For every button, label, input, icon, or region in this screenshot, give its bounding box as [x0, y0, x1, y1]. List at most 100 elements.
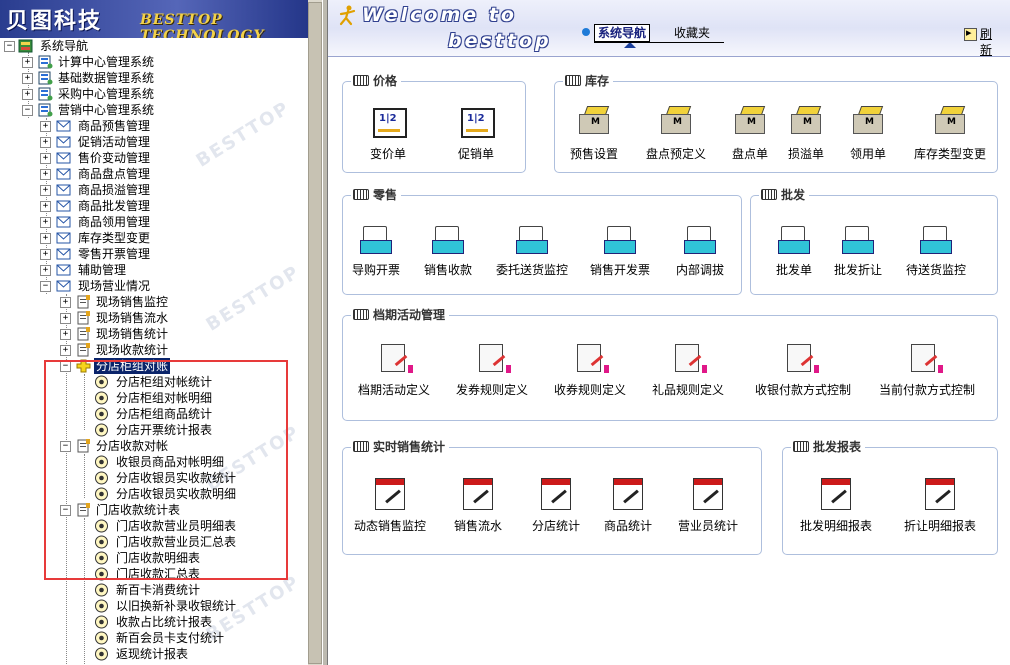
item-sales-invoice[interactable]: 销售开发票	[575, 222, 665, 278]
expand-toggle-icon[interactable]: +	[40, 201, 51, 212]
note-edit-icon	[670, 342, 707, 376]
item-label: 营业员统计	[677, 519, 738, 533]
tree-item-module[interactable]: + 辅助管理	[0, 262, 240, 278]
tree-item-module[interactable]: + 零售开票管理	[0, 246, 240, 262]
tree-item-site[interactable]: + 现场销售监控	[0, 294, 240, 310]
expand-toggle-icon[interactable]: +	[40, 217, 51, 228]
item-stock-type-change[interactable]: 库存类型变更	[905, 106, 995, 162]
item-wholesale-detail-report[interactable]: 批发明细报表	[791, 478, 881, 534]
tree-item-label: 商品预售管理	[78, 119, 151, 133]
group-title: 实时销售统计	[351, 439, 450, 455]
group-title: 库存	[563, 73, 614, 89]
tree-item-module[interactable]: + 促销活动管理	[0, 134, 240, 150]
group-price: 价格 1|2 变价单 1|2 促销单	[342, 73, 526, 173]
tab-system-navigation[interactable]: 系统导航	[594, 24, 651, 42]
tree-item-label: 商品损溢管理	[78, 183, 151, 197]
expand-toggle-icon[interactable]: +	[60, 345, 71, 356]
expand-toggle-icon[interactable]: +	[22, 89, 33, 100]
windows-report-icon	[610, 478, 646, 512]
item-discount-detail-report[interactable]: 折让明细报表	[895, 478, 985, 534]
item-payment-method-control[interactable]: 收银付款方式控制	[755, 342, 851, 398]
item-salesperson-stats[interactable]: 营业员统计	[663, 478, 753, 534]
expand-toggle-icon[interactable]: +	[40, 265, 51, 276]
windows-report-icon	[922, 478, 958, 512]
item-current-payment-control[interactable]: 当前付款方式控制	[879, 342, 975, 398]
tree-item-site[interactable]: + 现场销售流水	[0, 310, 240, 326]
note-edit-icon	[782, 342, 819, 376]
expand-toggle-icon[interactable]: +	[40, 185, 51, 196]
tree-item-basedata[interactable]: + 基础数据管理系统	[0, 70, 220, 86]
tree-leaf[interactable]: 以旧换新补录收银统计	[0, 598, 260, 614]
scrollbar-thumb[interactable]	[308, 2, 322, 664]
refresh-icon	[964, 25, 977, 41]
group-title: 档期活动管理	[351, 307, 450, 323]
tree-item-label: 现场销售监控	[96, 295, 169, 309]
tree-leaf[interactable]: 返现统计报表	[0, 646, 260, 662]
tree-item-label: 商品盘点管理	[78, 167, 151, 181]
expand-toggle-icon[interactable]: +	[60, 297, 71, 308]
expand-toggle-icon[interactable]: +	[40, 169, 51, 180]
item-sales-collection[interactable]: 销售收款	[403, 222, 493, 278]
tree-item-module[interactable]: + 库存类型变更	[0, 230, 240, 246]
tree-item-marketing[interactable]: − 营销中心管理系统	[0, 102, 220, 118]
item-gift-rule[interactable]: 礼品规则定义	[643, 342, 733, 398]
item-dynamic-sales-monitor[interactable]: 动态销售监控	[345, 478, 435, 534]
tree-item-module[interactable]: + 商品批发管理	[0, 198, 240, 214]
item-coupon-collect-rule[interactable]: 收券规则定义	[545, 342, 635, 398]
tree-item-module[interactable]: + 售价变动管理	[0, 150, 240, 166]
item-requisition-sheet[interactable]: 领用单	[823, 106, 913, 162]
tree-item-module[interactable]: + 商品预售管理	[0, 118, 240, 134]
tree-item-label: 计算中心管理系统	[58, 55, 155, 69]
expand-toggle-icon[interactable]: +	[60, 313, 71, 324]
item-label: 销售开发票	[589, 263, 650, 277]
group-title: 零售	[351, 187, 402, 203]
tree-item-purchase[interactable]: + 采购中心管理系统	[0, 86, 220, 102]
tab-favorites[interactable]: 收藏夹	[674, 25, 710, 41]
note-edit-icon	[376, 342, 413, 376]
tree-item-label: 新百会员卡支付统计	[116, 631, 225, 645]
system-icon	[38, 103, 53, 117]
item-price-change[interactable]: 1|2 变价单	[343, 106, 433, 162]
item-pending-delivery-monitor[interactable]: 待送货监控	[891, 222, 981, 278]
item-wholesale-discount[interactable]: 批发折让	[813, 222, 903, 278]
expand-toggle-icon[interactable]: +	[60, 329, 71, 340]
collapse-toggle-icon[interactable]: −	[4, 41, 15, 52]
item-delivery-monitor[interactable]: 委托送货监控	[487, 222, 577, 278]
tree-item-label: 基础数据管理系统	[58, 71, 155, 85]
expand-toggle-icon[interactable]: +	[40, 153, 51, 164]
item-label: 批发明细报表	[799, 519, 872, 533]
item-promotion[interactable]: 1|2 促销单	[431, 106, 521, 162]
item-internal-transfer[interactable]: 内部调拔	[655, 222, 745, 278]
report-icon	[77, 295, 90, 309]
collapse-toggle-icon[interactable]: −	[22, 105, 33, 116]
item-goods-stats[interactable]: 商品统计	[583, 478, 673, 534]
tree-item-module[interactable]: + 商品领用管理	[0, 214, 240, 230]
tree-leaf[interactable]: 新百会员卡支付统计	[0, 630, 260, 646]
expand-toggle-icon[interactable]: +	[40, 233, 51, 244]
tree-root-label: 系统导航	[40, 39, 89, 53]
tree-item-label: 现场营业情况	[78, 279, 151, 293]
expand-toggle-icon[interactable]: +	[40, 137, 51, 148]
tree-item-module[interactable]: − 现场营业情况	[0, 278, 240, 294]
tree-item-computing[interactable]: + 计算中心管理系统	[0, 54, 220, 70]
tree-leaf[interactable]: 收款占比统计报表	[0, 614, 260, 630]
tree-item-module[interactable]: + 商品盘点管理	[0, 166, 240, 182]
tree-item-site[interactable]: + 现场销售统计	[0, 326, 240, 342]
item-season-define[interactable]: 档期活动定义	[349, 342, 439, 398]
tree-root[interactable]: − 系统导航	[0, 38, 200, 54]
windows-report-icon	[818, 478, 854, 512]
expand-toggle-icon[interactable]: +	[40, 249, 51, 260]
collapse-toggle-icon[interactable]: −	[40, 281, 51, 292]
item-presale-setting[interactable]: 预售设置	[549, 106, 639, 162]
stock-box-icon	[788, 106, 824, 140]
expand-toggle-icon[interactable]: +	[40, 121, 51, 132]
item-label: 收券规则定义	[553, 383, 626, 397]
expand-toggle-icon[interactable]: +	[22, 73, 33, 84]
item-sales-flow[interactable]: 销售流水	[433, 478, 523, 534]
expand-toggle-icon[interactable]: +	[22, 57, 33, 68]
tree-item-site[interactable]: + 现场收款统计	[0, 342, 240, 358]
tree-item-module[interactable]: + 商品损溢管理	[0, 182, 240, 198]
tree-leaf[interactable]: 新百卡消费统计	[0, 582, 260, 598]
tree-scrollbar[interactable]	[308, 0, 322, 665]
item-coupon-issue-rule[interactable]: 发券规则定义	[447, 342, 537, 398]
